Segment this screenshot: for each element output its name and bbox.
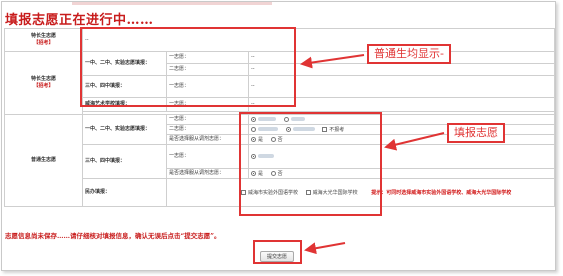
callout-fill-label: 填报志愿 bbox=[447, 123, 505, 143]
section-label: 特长生志愿 bbox=[30, 33, 56, 39]
normal-student-label: 普通生志愿 bbox=[4, 114, 83, 207]
section-label: 普通生志愿 bbox=[30, 157, 56, 163]
normal-display-highlight bbox=[80, 27, 296, 107]
category-label: 民办填报： bbox=[82, 178, 167, 207]
section-label: 特长生志愿 bbox=[30, 76, 56, 82]
callout-normal-label: 普通生均显示- bbox=[367, 44, 451, 64]
fill-highlight bbox=[239, 112, 382, 216]
specialty-label: 特长生志愿 【招考】 bbox=[4, 28, 83, 52]
page-title: 填报志愿正在进行中…… bbox=[5, 13, 154, 28]
section-sublabel: 【招考】 bbox=[33, 83, 54, 89]
category-label: 一中、二中、实验志愿填报： bbox=[82, 114, 167, 145]
unsaved-message: 志愿信息尚未保存……请仔细核对填报信息，确认无误后点击“提交志愿”。 bbox=[5, 232, 221, 240]
choice-label: 是否选择服从调剂志愿： bbox=[166, 168, 249, 179]
section-sublabel: 【招考】 bbox=[33, 40, 54, 46]
choice-label: 二志愿： bbox=[166, 124, 249, 135]
top-strip bbox=[72, 2, 272, 5]
choice-label: 一志愿： bbox=[166, 144, 249, 169]
category-label: 三中、四中填报： bbox=[82, 144, 167, 179]
choice-label: 是否选择服从调剂志愿： bbox=[166, 134, 249, 145]
choice-label: 一志愿： bbox=[166, 114, 249, 125]
private-note: 提示：可同时选择威海市实验外国语学校、威海大光华国际学校 bbox=[371, 189, 512, 196]
submit-highlight bbox=[253, 240, 302, 264]
specialty-exam-label: 特长生志愿 【招考】 bbox=[4, 51, 83, 115]
